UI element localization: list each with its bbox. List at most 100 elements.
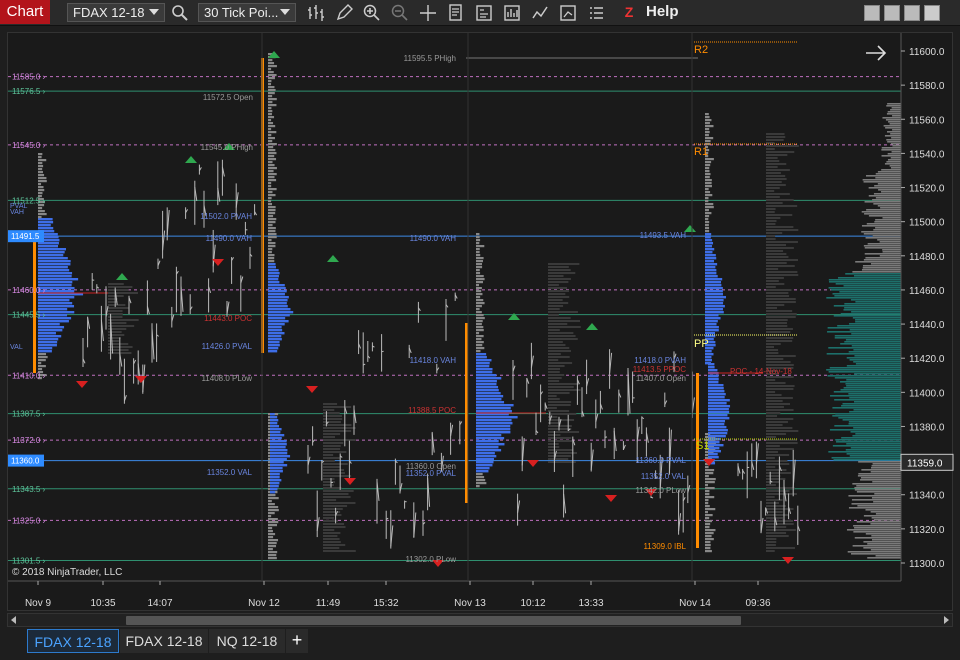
chart-trader-icon[interactable] (502, 3, 522, 23)
volume-profile-bar (854, 355, 901, 357)
scroll-thumb[interactable] (126, 616, 741, 625)
session-profile-bar (268, 65, 277, 68)
session-profile-bar (270, 488, 278, 491)
session-profile-bar (268, 539, 279, 542)
session-profile-bar (766, 379, 776, 381)
properties-icon[interactable] (474, 3, 494, 23)
strategies-icon[interactable] (558, 3, 578, 23)
session-profile-bar (766, 250, 784, 252)
session-profile-bar (323, 526, 346, 528)
session-profile-bar (38, 183, 42, 186)
session-profile-bar (548, 359, 559, 361)
zoom-in-icon[interactable] (362, 3, 382, 23)
minimize-button[interactable] (864, 5, 880, 21)
volume-profile-bar (832, 293, 901, 295)
indicators-icon[interactable] (530, 3, 550, 23)
session-profile-bar (268, 332, 285, 335)
session-profile-bar (766, 211, 775, 213)
session-profile-bar (705, 532, 714, 535)
volume-profile-bar (855, 363, 901, 365)
session-profile-bar (705, 523, 711, 526)
session-profile-bar (268, 131, 277, 134)
session-profile-bar (766, 298, 796, 300)
session-profile-bar (766, 544, 776, 546)
chart-label: 11418.0 PVAH (634, 356, 686, 365)
session-profile-bar (705, 517, 710, 520)
volume-profile-bar (851, 311, 901, 313)
volume-profile-bar (874, 185, 901, 187)
volume-profile-bar (888, 121, 901, 123)
price-chart[interactable]: 11595.5 PHigh 11572.5 Open 11545.0 PHigh 11… (8, 33, 954, 612)
volume-profile-bar (873, 229, 901, 231)
volume-profile-bar (875, 555, 901, 557)
maximize-button[interactable] (904, 5, 920, 21)
restore-button[interactable] (884, 5, 900, 21)
session-profile-bar (268, 338, 282, 341)
session-profile-bar (705, 185, 712, 188)
chart-toolbar: Chart FDAX 12-18 30 Tick Poi... Z Help (0, 0, 960, 26)
session-profile-bar (268, 155, 275, 158)
session-profile-bar (548, 461, 576, 463)
session-profile-bar (705, 472, 714, 475)
crosshair-icon[interactable] (418, 3, 438, 23)
session-profile-bar (476, 332, 480, 335)
horizontal-scrollbar[interactable] (7, 613, 953, 627)
session-profile-bar (268, 251, 272, 254)
price-tick-label: 11440.0 (909, 320, 945, 331)
bar-type-selector[interactable]: 30 Tick Poi... (198, 3, 296, 22)
session-profile-bar (548, 308, 560, 310)
session-profile-bar (705, 224, 709, 227)
help-button[interactable]: Help (646, 3, 679, 20)
draw-pencil-icon[interactable] (334, 3, 354, 23)
volume-profile-bar (871, 467, 901, 469)
session-profile-bar (38, 323, 60, 326)
scroll-left-icon[interactable] (11, 616, 16, 624)
volume-profile-bar (853, 361, 901, 363)
session-profile-bar (270, 479, 282, 482)
swing-high-marker (116, 273, 128, 280)
session-profile-bar (323, 406, 352, 408)
search-icon[interactable] (170, 3, 190, 23)
session-profile-bar (548, 407, 557, 409)
bar-style-icon[interactable] (306, 3, 326, 23)
session-profile-bar (548, 287, 568, 289)
help-z-icon[interactable]: Z (622, 4, 636, 20)
volume-profile-bar (871, 539, 901, 541)
add-tab-button[interactable]: + (286, 629, 308, 653)
volume-profile-bar (846, 365, 901, 367)
session-profile-bar (476, 422, 513, 425)
chart-label: 11388.5 POC (408, 406, 456, 415)
volume-profile-bar (855, 321, 901, 323)
session-profile-bar (766, 469, 787, 471)
session-profile-bar (766, 382, 786, 384)
session-profile-bar (705, 275, 718, 278)
session-profile-bar (38, 245, 58, 248)
chart-panel[interactable]: 11595.5 PHigh 11572.5 Open 11545.0 PHigh 11… (7, 32, 954, 612)
scroll-right-icon[interactable] (944, 616, 949, 624)
session-profile-bar (323, 436, 336, 438)
session-profile-bar (268, 176, 275, 179)
session-profile-bar (548, 404, 571, 406)
session-profile-bar (268, 119, 272, 122)
session-profile-bar (38, 263, 71, 266)
session-profile-bar (323, 532, 341, 534)
session-profile-bar (476, 419, 512, 422)
session-profile-bar (268, 272, 280, 275)
session-profile-bar (548, 356, 570, 358)
session-profile-bar (548, 413, 577, 415)
zoom-out-icon[interactable] (390, 3, 410, 23)
list-icon[interactable] (586, 3, 606, 23)
session-profile-bar (766, 415, 778, 417)
tab-fdax[interactable]: FDAX 12-18 (120, 629, 208, 653)
session-profile-bar (766, 493, 797, 495)
data-box-icon[interactable] (446, 3, 466, 23)
chart-menu-button[interactable]: Chart (0, 0, 50, 24)
instrument-selector[interactable]: FDAX 12-18 (67, 3, 165, 22)
chart-label: 11413.5 PPOC (633, 365, 686, 374)
volume-profile-bar (848, 507, 901, 509)
close-button[interactable] (924, 5, 940, 21)
session-profile-bar (705, 290, 723, 293)
tab-fdax-active[interactable]: FDAX 12-18 (27, 629, 119, 653)
tab-nq[interactable]: NQ 12-18 (209, 629, 285, 653)
session-profile-bar (766, 232, 783, 234)
